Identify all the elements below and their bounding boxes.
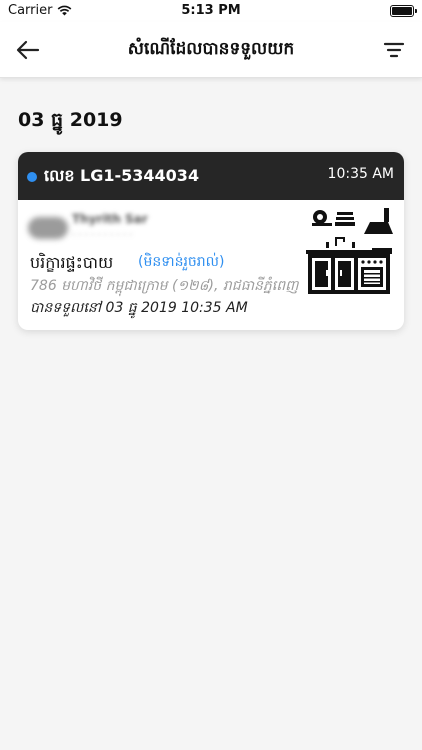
order-card[interactable]: លេខ LG1-5344034 10:35 AM Thyrith Sar · ·… bbox=[18, 152, 404, 330]
status-dot-icon bbox=[27, 172, 37, 182]
provider-subtitle: · · · · · · · · · · bbox=[72, 230, 133, 241]
page-title: សំណើដែលបានទទួលយក bbox=[127, 39, 295, 59]
service-name: បរិក្ខារផ្ទះបាយ bbox=[30, 253, 114, 272]
section-date-header: 03 ធ្នូ 2019 bbox=[18, 109, 123, 131]
service-status: (មិនទាន់រួចរាល់) bbox=[138, 254, 225, 270]
order-address: 786 មហាវិថី កម្ពុជាក្រោម (១២៨), រាជធានីភ… bbox=[30, 278, 299, 294]
received-timestamp: បានទទួលនៅ 03 ធ្នូ 2019 10:35 AM bbox=[30, 300, 248, 316]
battery-icon bbox=[390, 5, 417, 17]
nav-bar: សំណើដែលបានទទួលយក bbox=[0, 22, 422, 78]
status-bar: Carrier 5:13 PM bbox=[0, 0, 422, 22]
back-arrow-icon[interactable] bbox=[14, 36, 42, 64]
provider-name: Thyrith Sar bbox=[72, 212, 148, 226]
kitchen-appliances-icon bbox=[306, 208, 393, 294]
order-card-body: Thyrith Sar · · · · · · · · · · បរិក្ខារ… bbox=[18, 200, 404, 330]
status-time: 5:13 PM bbox=[181, 3, 241, 18]
order-time: 10:35 AM bbox=[327, 166, 394, 182]
order-number: លេខ LG1-5344034 bbox=[44, 166, 200, 185]
filter-icon[interactable] bbox=[380, 36, 408, 64]
provider-avatar bbox=[28, 217, 68, 239]
order-card-header: លេខ LG1-5344034 10:35 AM bbox=[18, 152, 404, 200]
